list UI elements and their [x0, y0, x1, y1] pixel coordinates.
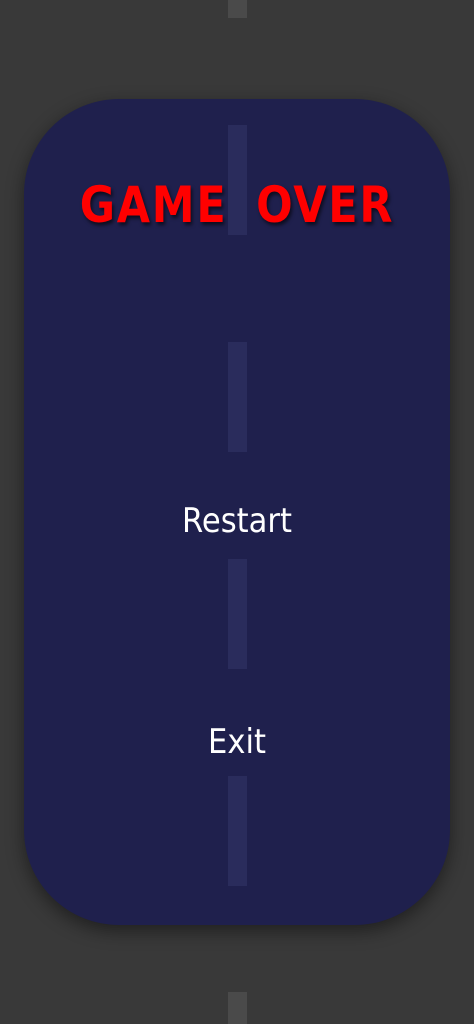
road-lane-dash	[228, 0, 247, 18]
road-lane-dash	[228, 776, 247, 886]
exit-button[interactable]: Exit	[147, 712, 327, 772]
road-lane-dash	[228, 342, 247, 452]
game-over-panel: GAME OVER Restart Exit	[24, 99, 450, 925]
road-lane-dash	[228, 992, 247, 1024]
game-over-title: GAME OVER	[79, 176, 395, 234]
restart-button[interactable]: Restart	[147, 491, 327, 551]
road-lane-dash	[228, 559, 247, 669]
